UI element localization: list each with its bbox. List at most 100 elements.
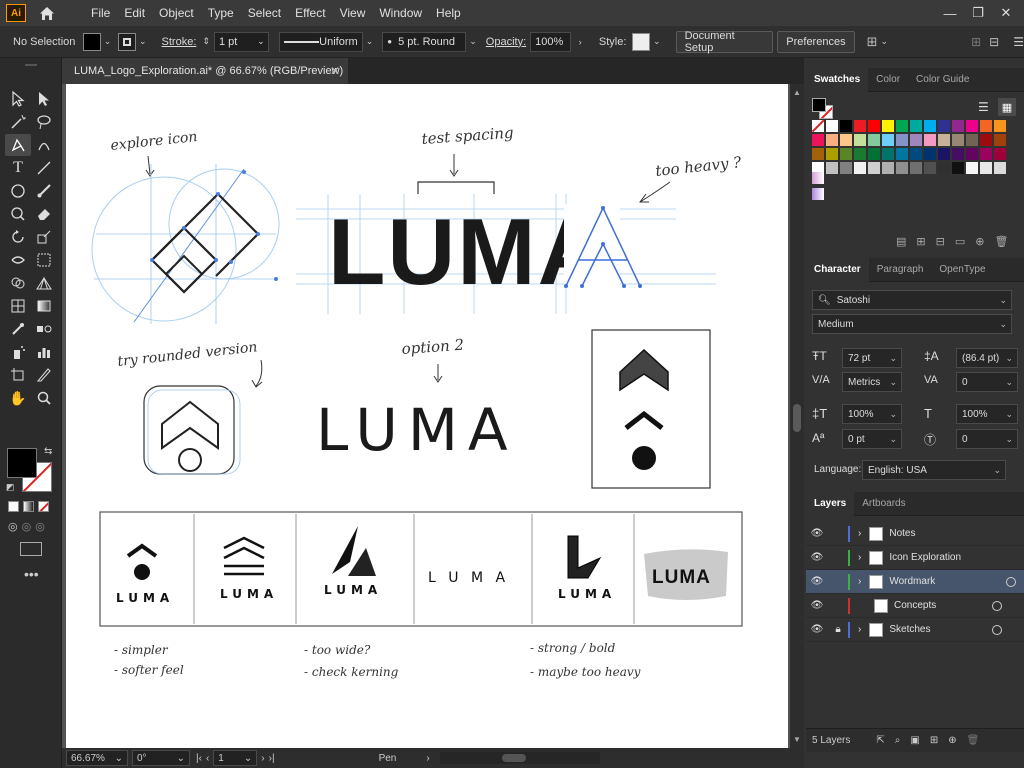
blend-tool-icon[interactable]: [31, 318, 57, 340]
layer-target-icon[interactable]: [992, 624, 1002, 635]
tab-opentype[interactable]: OpenType: [931, 258, 993, 282]
line-tool-icon[interactable]: [31, 157, 57, 179]
swatch[interactable]: [882, 134, 894, 146]
swatch[interactable]: [980, 148, 992, 160]
layer-target-icon[interactable]: [1006, 576, 1016, 587]
pen-tool-icon[interactable]: [5, 134, 31, 156]
swatch[interactable]: [966, 148, 978, 160]
kerning-field[interactable]: Metrics ⌄: [842, 372, 902, 392]
font-style-field[interactable]: Medium ⌄: [812, 314, 1012, 334]
swatch[interactable]: [854, 120, 866, 132]
swatch[interactable]: [966, 120, 978, 132]
swatch[interactable]: [840, 148, 852, 160]
swatch[interactable]: [896, 134, 908, 146]
tab-color[interactable]: Color: [868, 68, 908, 92]
layer-row[interactable]: 👁︎ › Wordmark: [806, 570, 1024, 594]
swatch[interactable]: [882, 148, 894, 160]
preferences-button[interactable]: Preferences: [777, 30, 855, 53]
scale-tool-icon[interactable]: [31, 226, 57, 248]
clipping-mask-icon[interactable]: ▣: [910, 735, 919, 746]
menu-file[interactable]: File: [84, 0, 117, 26]
swatch[interactable]: [896, 148, 908, 160]
document-tab[interactable]: LUMA_Logo_Exploration.ai* @ 66.67% (RGB/…: [62, 58, 348, 84]
home-icon[interactable]: [34, 2, 60, 24]
swatch[interactable]: [924, 134, 936, 146]
layer-row[interactable]: 👁︎ › Notes: [806, 522, 1024, 546]
direct-selection-tool-icon[interactable]: [31, 88, 57, 110]
selection-tool-icon[interactable]: [5, 88, 31, 110]
swatch[interactable]: [938, 148, 950, 160]
swatch-group-icon[interactable]: [812, 188, 824, 200]
type-tool-icon[interactable]: T: [5, 157, 31, 179]
toolbar-grip[interactable]: [25, 64, 37, 66]
layer-row[interactable]: 👁︎ Concepts: [806, 594, 1024, 618]
horizontal-scrollbar[interactable]: [439, 752, 600, 764]
free-transform-tool-icon[interactable]: [31, 249, 57, 271]
swatch[interactable]: [840, 162, 852, 174]
tracking-field[interactable]: 0 ⌄: [956, 372, 1018, 392]
color-mode-icon[interactable]: [8, 501, 19, 512]
menu-view[interactable]: View: [333, 0, 373, 26]
zoom-field[interactable]: 66.67% ⌄: [66, 750, 128, 766]
swatch[interactable]: [868, 148, 880, 160]
brush-field[interactable]: ● 5 pt. Round: [382, 31, 467, 52]
artboard[interactable]: explore icon test spacing LUMA too heavy…: [66, 84, 788, 748]
tab-layers[interactable]: Layers: [806, 491, 855, 516]
menu-type[interactable]: Type: [201, 0, 241, 26]
swatch[interactable]: [826, 148, 838, 160]
swatch[interactable]: [854, 162, 866, 174]
swatch[interactable]: [868, 134, 880, 146]
menu-help[interactable]: Help: [429, 0, 468, 26]
swatch[interactable]: [812, 148, 824, 160]
hand-tool-icon[interactable]: ✋: [5, 387, 31, 409]
close-tab-icon[interactable]: ✕: [330, 64, 340, 78]
swatch[interactable]: [868, 120, 880, 132]
swatch[interactable]: [910, 148, 922, 160]
new-color-group-icon[interactable]: ▭: [955, 235, 965, 248]
layer-name[interactable]: Notes: [889, 528, 1024, 539]
lasso-tool-icon[interactable]: [31, 111, 57, 133]
draw-normal-icon[interactable]: ◎: [8, 520, 18, 533]
tab-character[interactable]: Character: [806, 257, 869, 282]
menu-select[interactable]: Select: [241, 0, 288, 26]
document-setup-button[interactable]: Document Setup: [675, 30, 774, 54]
panel-menu-icon[interactable]: ☰: [1013, 35, 1024, 49]
stepper-icon[interactable]: ⇕: [202, 36, 210, 47]
last-artboard-icon[interactable]: ›|: [269, 753, 275, 764]
swatch[interactable]: [938, 120, 950, 132]
gradient-tool-icon[interactable]: [31, 295, 57, 317]
restore-icon[interactable]: ❐: [964, 5, 992, 21]
swatch[interactable]: [826, 162, 838, 174]
chevron-down-icon[interactable]: ⌄: [877, 36, 891, 47]
export-icon[interactable]: ⇱: [876, 735, 884, 746]
expand-chevron-icon[interactable]: ›: [858, 528, 861, 539]
curvature-tool-icon[interactable]: [31, 134, 57, 156]
chevron-down-icon[interactable]: ⌄: [101, 36, 115, 47]
visibility-eye-icon[interactable]: 👁︎: [806, 528, 828, 539]
menu-window[interactable]: Window: [372, 0, 429, 26]
layer-name[interactable]: Icon Exploration: [889, 552, 1024, 563]
ellipse-tool-icon[interactable]: [5, 180, 31, 202]
scrollbar-thumb[interactable]: [793, 404, 801, 432]
arrange-icon[interactable]: ⊞: [867, 34, 878, 50]
panel-fill-swatch-front[interactable]: [812, 98, 826, 112]
menu-effect[interactable]: Effect: [288, 0, 332, 26]
swatch[interactable]: [952, 148, 964, 160]
new-swatch-icon[interactable]: ⊕: [975, 235, 984, 248]
fill-color-front[interactable]: [7, 448, 37, 478]
swatch[interactable]: [840, 120, 852, 132]
rotate-tool-icon[interactable]: [5, 226, 31, 248]
screen-mode-icon[interactable]: [20, 542, 42, 556]
chevron-down-icon[interactable]: ⌄: [136, 36, 150, 47]
swatch[interactable]: [938, 162, 950, 174]
width-tool-icon[interactable]: [5, 249, 31, 271]
swatch[interactable]: [980, 134, 992, 146]
font-family-field[interactable]: 🔍︎ Satoshi ⌄: [812, 290, 1012, 310]
none-swatch[interactable]: [812, 120, 824, 132]
swatch-libraries-icon[interactable]: ▤: [896, 235, 906, 248]
slice-tool-icon[interactable]: [31, 364, 57, 386]
layer-target-icon[interactable]: [992, 600, 1002, 611]
swatch[interactable]: [980, 120, 992, 132]
lock-icon[interactable]: 🔒︎: [828, 624, 848, 635]
tab-paragraph[interactable]: Paragraph: [869, 258, 932, 282]
